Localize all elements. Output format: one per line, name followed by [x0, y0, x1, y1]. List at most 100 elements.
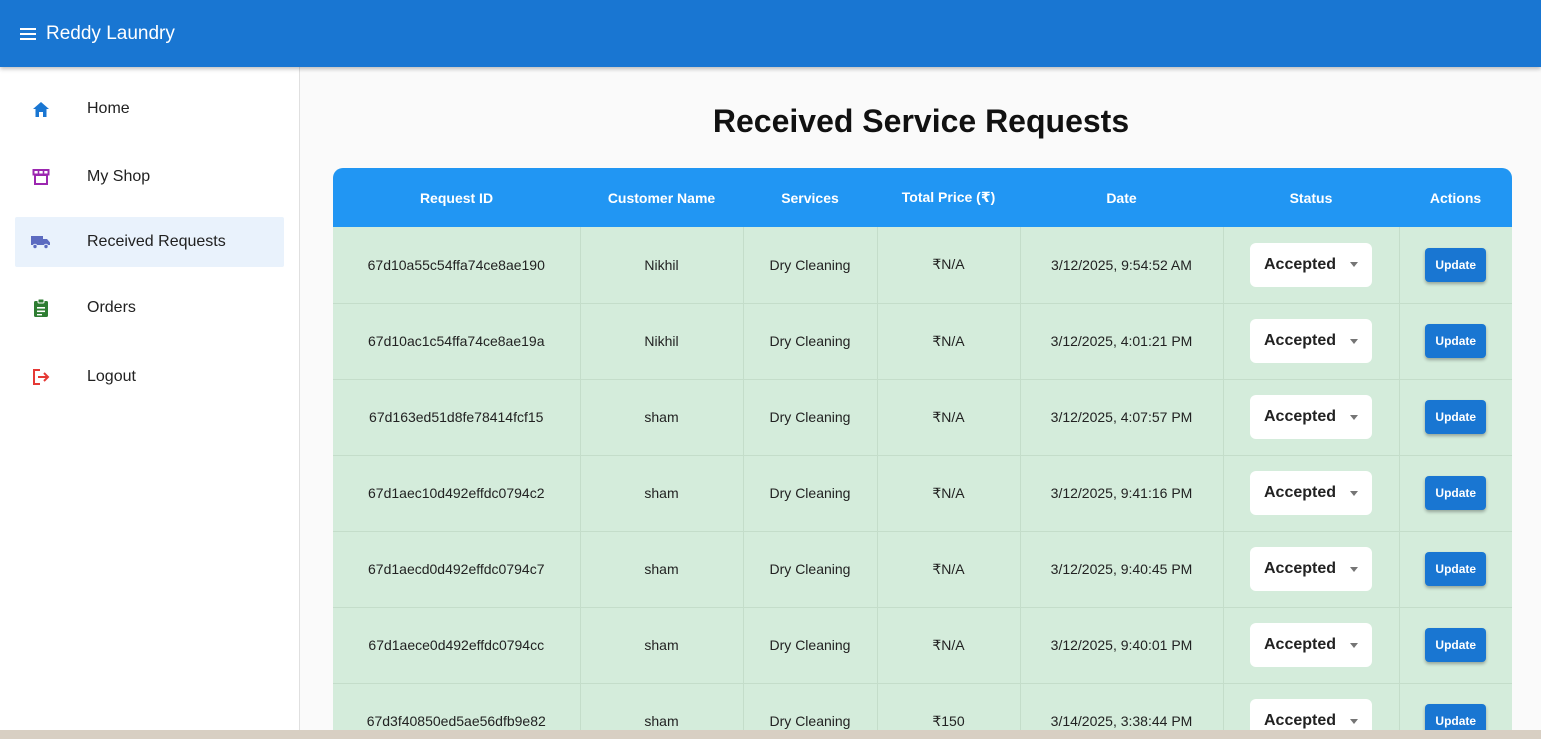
actions-cell: Update — [1399, 531, 1512, 607]
table-row: 67d1aec10d492effdc0794c2 sham Dry Cleani… — [333, 455, 1512, 531]
update-button[interactable]: Update — [1425, 324, 1487, 358]
page-title: Received Service Requests — [712, 103, 1130, 139]
date-cell: 3/12/2025, 9:40:01 PM — [1020, 607, 1224, 683]
services-cell: Dry Cleaning — [743, 303, 878, 379]
requests-table-container: Request ID Customer Name Services Total … — [333, 168, 1512, 739]
update-button[interactable]: Update — [1425, 400, 1487, 434]
services-cell: Dry Cleaning — [743, 379, 878, 455]
column-header-total-price[interactable]: Total Price (₹) — [877, 168, 1020, 227]
main-content: Received Service Requests Request ID Cus… — [301, 67, 1541, 739]
services-cell: Dry Cleaning — [743, 227, 878, 303]
actions-cell: Update — [1399, 303, 1512, 379]
status-value: Accepted — [1264, 712, 1337, 729]
sidebar-item-label: Received Requests — [87, 233, 226, 250]
column-header-actions[interactable]: Actions — [1399, 168, 1512, 227]
update-button[interactable]: Update — [1425, 628, 1487, 662]
actions-cell: Update — [1399, 455, 1512, 531]
total-price-cell: ₹N/A — [877, 455, 1021, 531]
request-id-cell: 67d1aecd0d492effdc0794c7 — [333, 531, 581, 607]
date-cell: 3/12/2025, 4:01:21 PM — [1020, 303, 1224, 379]
total-price-cell: ₹N/A — [877, 303, 1021, 379]
status-select[interactable]: Accepted — [1250, 319, 1372, 363]
chevron-down-icon — [1350, 338, 1358, 344]
status-value: Accepted — [1264, 560, 1337, 577]
chevron-down-icon — [1350, 718, 1358, 724]
sidebar-item-orders[interactable]: Orders — [15, 283, 284, 333]
status-cell: Accepted — [1223, 227, 1400, 303]
chevron-down-icon — [1350, 566, 1358, 572]
table-row: 67d10a55c54ffa74ce8ae190 Nikhil Dry Clea… — [333, 227, 1512, 303]
update-button[interactable]: Update — [1425, 552, 1487, 586]
services-cell: Dry Cleaning — [743, 455, 878, 531]
storefront-icon — [30, 166, 52, 188]
sidebar-item-label: Home — [87, 100, 130, 117]
column-header-request-id[interactable]: Request ID — [333, 168, 580, 227]
total-price-cell: ₹N/A — [877, 607, 1021, 683]
status-value: Accepted — [1264, 332, 1337, 349]
update-button[interactable]: Update — [1425, 476, 1487, 510]
table-header-row: Request ID Customer Name Services Total … — [333, 168, 1512, 227]
actions-cell: Update — [1399, 379, 1512, 455]
status-select[interactable]: Accepted — [1250, 623, 1372, 667]
customer-name-cell: sham — [580, 455, 744, 531]
services-cell: Dry Cleaning — [743, 531, 878, 607]
sidebar-item-received-requests[interactable]: Received Requests — [15, 217, 284, 267]
actions-cell: Update — [1399, 607, 1512, 683]
menu-icon[interactable] — [20, 27, 36, 40]
table-row: 67d163ed51d8fe78414fcf15 sham Dry Cleani… — [333, 379, 1512, 455]
logout-icon — [30, 366, 52, 388]
window-bottom-edge — [0, 730, 1541, 739]
status-value: Accepted — [1264, 408, 1337, 425]
sidebar: Home My Shop Received Requests Orders Lo… — [0, 67, 300, 739]
status-cell: Accepted — [1223, 455, 1400, 531]
sidebar-item-home[interactable]: Home — [15, 84, 284, 134]
sidebar-item-label: My Shop — [87, 168, 151, 185]
status-select[interactable]: Accepted — [1250, 395, 1372, 439]
date-cell: 3/12/2025, 9:41:16 PM — [1020, 455, 1224, 531]
status-select[interactable]: Accepted — [1250, 242, 1372, 287]
chevron-down-icon — [1350, 490, 1358, 496]
status-select[interactable]: Accepted — [1250, 547, 1372, 591]
status-value: Accepted — [1264, 636, 1337, 653]
request-id-cell: 67d10ac1c54ffa74ce8ae19a — [333, 303, 581, 379]
customer-name-cell: Nikhil — [580, 227, 744, 303]
column-header-status[interactable]: Status — [1223, 168, 1399, 227]
customer-name-cell: sham — [580, 607, 744, 683]
sidebar-item-logout[interactable]: Logout — [15, 352, 284, 402]
chevron-down-icon — [1350, 262, 1358, 268]
sidebar-item-label: Logout — [87, 368, 136, 385]
sidebar-item-my-shop[interactable]: My Shop — [15, 152, 284, 202]
request-id-cell: 67d1aec10d492effdc0794c2 — [333, 455, 581, 531]
chevron-down-icon — [1350, 642, 1358, 648]
date-cell: 3/12/2025, 9:40:45 PM — [1020, 531, 1224, 607]
request-id-cell: 67d10a55c54ffa74ce8ae190 — [333, 227, 581, 303]
column-header-date[interactable]: Date — [1020, 168, 1223, 227]
status-cell: Accepted — [1223, 607, 1400, 683]
actions-cell: Update — [1399, 227, 1512, 303]
table-row: 67d1aece0d492effdc0794cc sham Dry Cleani… — [333, 607, 1512, 683]
customer-name-cell: sham — [580, 379, 744, 455]
date-cell: 3/12/2025, 9:54:52 AM — [1020, 227, 1224, 303]
table-row: 67d1aecd0d492effdc0794c7 sham Dry Cleani… — [333, 531, 1512, 607]
home-icon — [30, 98, 52, 120]
status-value: Accepted — [1264, 484, 1337, 501]
total-price-cell: ₹N/A — [877, 531, 1021, 607]
sidebar-item-label: Orders — [87, 299, 136, 316]
customer-name-cell: sham — [580, 531, 744, 607]
clipboard-icon — [30, 297, 52, 319]
total-price-cell: ₹N/A — [877, 379, 1021, 455]
status-cell: Accepted — [1223, 531, 1400, 607]
total-price-cell: ₹N/A — [877, 227, 1021, 303]
customer-name-cell: Nikhil — [580, 303, 744, 379]
request-id-cell: 67d1aece0d492effdc0794cc — [333, 607, 581, 683]
update-button[interactable]: Update — [1425, 247, 1487, 282]
column-header-customer-name[interactable]: Customer Name — [580, 168, 743, 227]
status-select[interactable]: Accepted — [1250, 471, 1372, 515]
column-header-services[interactable]: Services — [743, 168, 877, 227]
table-row: 67d10ac1c54ffa74ce8ae19a Nikhil Dry Clea… — [333, 303, 1512, 379]
chevron-down-icon — [1350, 414, 1358, 420]
status-cell: Accepted — [1223, 303, 1400, 379]
request-id-cell: 67d163ed51d8fe78414fcf15 — [333, 379, 581, 455]
app-bar: Reddy Laundry — [0, 0, 1541, 67]
app-title: Reddy Laundry — [46, 22, 175, 44]
